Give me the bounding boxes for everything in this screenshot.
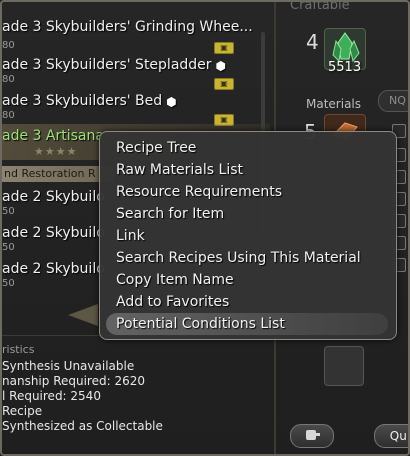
- recipe-name: ade 2 Skybuilo: [2, 261, 105, 277]
- recipe-name: ade 3 Artisana: [2, 128, 104, 144]
- page-prev-arrow-icon[interactable]: [68, 304, 98, 326]
- section-header[interactable]: nd Restoration R: [2, 166, 114, 182]
- menu-item-copy-item-name[interactable]: Copy Item Name: [106, 269, 388, 291]
- menu-item-add-to-favorites[interactable]: Add to Favorites: [106, 291, 388, 313]
- menu-item-search-for-item[interactable]: Search for Item: [106, 203, 388, 225]
- recipe-row[interactable]: ade 3 Skybuilders' Bed ⬢ 80 ▣: [2, 86, 270, 126]
- teleport-button[interactable]: [290, 424, 334, 448]
- recipe-level: 80: [2, 74, 15, 85]
- recipe-name: ade 2 Skybuilo: [2, 189, 105, 205]
- recipe-level: 50: [2, 206, 15, 217]
- recipe-name: ade 3 Skybuilders' Grinding Whee...: [2, 19, 253, 35]
- recipe-name: ade 2 Skybuilo: [2, 225, 105, 241]
- crystal-owned-count: 4: [306, 30, 319, 54]
- characteristics-title: ristics: [2, 343, 35, 356]
- craftable-label: Craftable: [290, 0, 350, 13]
- characteristic-line: nanship Required: 2620: [2, 374, 145, 388]
- quick-synthesis-button[interactable]: Qui: [374, 424, 408, 448]
- difficulty-stars: ★★★★: [34, 145, 78, 158]
- menu-item-search-recipes-using-material[interactable]: Search Recipes Using This Material: [106, 247, 388, 269]
- context-menu: Recipe Tree Raw Materials List Resource …: [99, 131, 397, 340]
- cube-icon: ⬢: [166, 95, 177, 109]
- menu-item-potential-conditions-list[interactable]: Potential Conditions List: [106, 313, 388, 335]
- recipe-name: ade 3 Skybuilders' Stepladder ⬢: [2, 57, 227, 73]
- nq-toggle[interactable]: NQ: [378, 90, 408, 112]
- menu-item-link[interactable]: Link: [106, 225, 388, 247]
- recipe-level: 80: [2, 110, 15, 121]
- recipe-level: 50: [2, 278, 15, 289]
- menu-item-resource-requirements[interactable]: Resource Requirements: [106, 181, 388, 203]
- menu-item-raw-materials-list[interactable]: Raw Materials List: [106, 159, 388, 181]
- recipe-level: 50: [2, 242, 15, 253]
- characteristic-line: Synthesis Unavailable: [2, 359, 135, 373]
- recipe-row[interactable]: ade 3 Skybuilders' Stepladder ⬢ 80 ▣: [2, 50, 270, 90]
- cube-icon: ⬢: [215, 59, 227, 73]
- recipe-name: ade 3 Skybuilders' Bed ⬢: [2, 93, 177, 109]
- materials-label: Materials: [306, 97, 362, 111]
- characteristics-panel: ristics Synthesis Unavailable nanship Re…: [2, 342, 163, 434]
- hand-icon: [306, 430, 320, 440]
- menu-item-recipe-tree[interactable]: Recipe Tree: [106, 137, 388, 159]
- recipe-row[interactable]: ade 3 Skybuilders' Grinding Whee... 80 ▣: [2, 12, 270, 54]
- characteristic-line: l Required: 2540: [2, 389, 101, 403]
- characteristic-line: Recipe: [2, 404, 43, 418]
- crafting-log-window: ade 3 Skybuilders' Grinding Whee... 80 ▣…: [0, 0, 410, 456]
- empty-item-slot[interactable]: [324, 346, 364, 386]
- crystal-count: 5513: [328, 60, 362, 75]
- characteristic-line: Synthesized as Collectable: [2, 419, 163, 433]
